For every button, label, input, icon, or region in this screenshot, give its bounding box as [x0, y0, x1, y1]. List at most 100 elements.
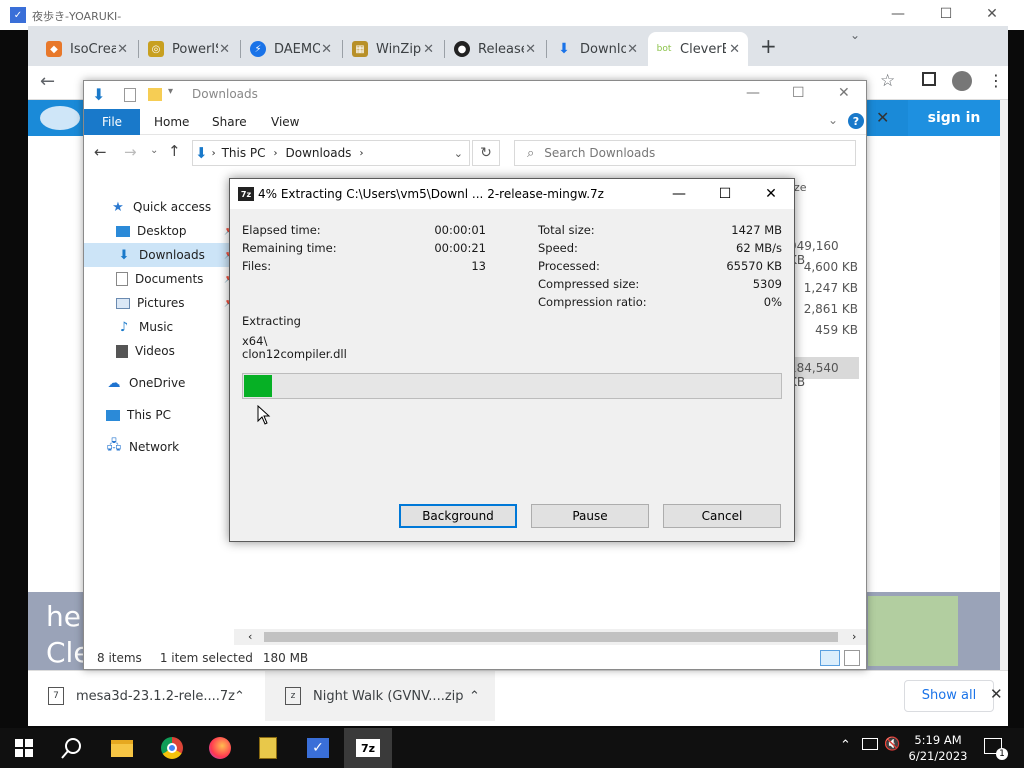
sign-in-button[interactable]: sign in	[908, 100, 1000, 136]
close-tab-icon[interactable]: ✕	[729, 42, 740, 57]
chrome-tab-winzip[interactable]: ▦ WinZip ✕	[344, 32, 442, 66]
nav-downloads[interactable]: ⬇Downloads📌	[84, 243, 235, 267]
breadcrumb-this-pc[interactable]: This PC	[222, 146, 266, 160]
volume-muted-icon[interactable]: 🔇	[884, 737, 900, 752]
chrome-menu-icon[interactable]: ⋮	[988, 71, 1004, 90]
taskbar-file-explorer[interactable]	[98, 728, 146, 768]
taskbar-chrome[interactable]	[148, 728, 196, 768]
chevron-up-icon[interactable]: ⌃	[469, 689, 480, 704]
search-box[interactable]: ⌕ Search Downloads	[514, 140, 856, 166]
download-arrow-icon: ⬇	[92, 85, 106, 104]
nav-desktop[interactable]: Desktop📌	[84, 219, 235, 243]
ribbon-expand-chevron-icon[interactable]: ⌄	[828, 113, 838, 127]
back-arrow-icon[interactable]: ←	[40, 71, 55, 92]
nav-videos[interactable]: Videos	[84, 339, 234, 363]
explorer-horizontal-scrollbar[interactable]: ‹ ›	[234, 629, 866, 645]
explorer-minimize-button[interactable]: —	[746, 85, 760, 101]
help-icon[interactable]: ?	[848, 113, 864, 129]
recent-locations-icon[interactable]: ⌄	[150, 145, 158, 156]
search-button[interactable]	[48, 728, 96, 768]
scrollbar-thumb[interactable]	[264, 632, 838, 642]
close-tab-icon[interactable]: ✕	[525, 42, 536, 57]
start-button[interactable]	[0, 728, 48, 768]
sidepanel-icon[interactable]	[922, 72, 936, 86]
close-tab-icon[interactable]: ✕	[117, 42, 128, 57]
details-view-icon[interactable]	[820, 650, 840, 666]
explorer-maximize-button[interactable]: ☐	[792, 85, 805, 101]
new-tab-button[interactable]: +	[760, 34, 777, 58]
tab-search-chevron-icon[interactable]: ⌄	[850, 28, 860, 42]
nav-network[interactable]: 🖧 Network	[84, 435, 234, 459]
nav-pictures[interactable]: Pictures📌	[84, 291, 235, 315]
close-shelf-icon[interactable]: ✕	[990, 685, 1003, 703]
close-tab-icon[interactable]: ✕	[627, 42, 638, 57]
chrome-tab-releases[interactable]: ● Releases ✕	[446, 32, 544, 66]
download-icon: ⬇	[118, 247, 130, 263]
elapsed-value: 00:00:01	[434, 223, 486, 237]
close-tab-icon[interactable]: ✕	[321, 42, 332, 57]
taskbar-archive-app[interactable]	[244, 728, 292, 768]
taskbar-host-app[interactable]: ✓	[294, 728, 342, 768]
download-item[interactable]: z Night Walk (GVNV....zip ⌃	[265, 671, 495, 721]
windows-logo-icon	[15, 739, 33, 757]
page-scrollbar[interactable]	[1000, 100, 1008, 670]
chrome-tab-isocreator[interactable]: ◆ IsoCreator ✕	[38, 32, 136, 66]
dialog-close-button[interactable]: ✕	[756, 183, 786, 205]
host-close-button[interactable]: ✕	[982, 6, 1002, 26]
network-status-icon[interactable]	[862, 738, 878, 750]
extract-progress-bar	[242, 373, 782, 399]
taskbar-firefox[interactable]	[196, 728, 244, 768]
close-tab-icon[interactable]: ✕	[219, 42, 230, 57]
processed-label: Processed:	[538, 259, 600, 273]
nav-forward-icon[interactable]: →	[124, 143, 137, 161]
refresh-icon: ↻	[480, 145, 492, 161]
cancel-button[interactable]: Cancel	[663, 504, 781, 528]
large-icons-view-icon[interactable]	[844, 650, 860, 666]
background-button[interactable]: Background	[399, 504, 517, 528]
download-item[interactable]: 7 mesa3d-23.1.2-rele....7z ⌃	[28, 671, 264, 721]
properties-icon[interactable]	[124, 88, 136, 102]
host-title: 夜歩き-YOARUKI-	[32, 10, 122, 23]
chrome-tab-poweriso[interactable]: ◎ PowerISO ✕	[140, 32, 238, 66]
explorer-ribbon: File Home Share View ⌄ ?	[84, 109, 866, 135]
nav-quick-access[interactable]: ★ Quick access	[84, 195, 234, 219]
system-clock[interactable]: 5:19 AM 6/21/2023	[906, 732, 970, 764]
nav-music[interactable]: ♪ Music	[84, 315, 234, 339]
ribbon-tab-home[interactable]: Home	[154, 109, 189, 135]
scroll-right-icon[interactable]: ›	[852, 630, 856, 643]
nav-onedrive[interactable]: ☁ OneDrive	[84, 371, 234, 395]
tray-chevron-up-icon[interactable]: ⌃	[840, 738, 851, 753]
qat-dropdown-icon[interactable]: ▾	[168, 86, 173, 97]
ribbon-tab-share[interactable]: Share	[212, 109, 247, 135]
nav-documents[interactable]: Documents📌	[84, 267, 235, 291]
show-all-button[interactable]: Show all	[904, 680, 994, 712]
host-minimize-button[interactable]: —	[888, 6, 908, 26]
refresh-button[interactable]: ↻	[472, 140, 500, 166]
dialog-maximize-button[interactable]: ☐	[710, 183, 740, 205]
explorer-close-button[interactable]: ✕	[838, 85, 850, 101]
dialog-minimize-button[interactable]: —	[664, 183, 694, 205]
dismiss-banner-icon[interactable]: ✕	[876, 108, 889, 127]
close-tab-icon[interactable]: ✕	[423, 42, 434, 57]
profile-avatar-icon[interactable]	[952, 71, 972, 91]
chrome-tab-daemon[interactable]: ⚡ DAEMON Tools ✕	[242, 32, 340, 66]
ribbon-tab-view[interactable]: View	[271, 109, 299, 135]
scroll-left-icon[interactable]: ‹	[248, 630, 252, 643]
7zip-icon: 7z	[238, 187, 254, 201]
bookmark-star-icon[interactable]: ☆	[880, 71, 895, 91]
taskbar-7zip[interactable]: 7z	[344, 728, 392, 768]
chrome-tab-downloads[interactable]: ⬇ Downloads ✕	[548, 32, 646, 66]
new-folder-icon[interactable]	[148, 88, 162, 101]
host-maximize-button[interactable]: ☐	[936, 6, 956, 26]
nav-this-pc[interactable]: This PC	[84, 403, 234, 427]
chevron-up-icon[interactable]: ⌃	[234, 689, 245, 704]
address-dropdown-icon[interactable]: ⌄	[454, 147, 463, 160]
video-icon	[116, 344, 128, 358]
ribbon-tab-file[interactable]: File	[84, 109, 140, 135]
breadcrumb-downloads[interactable]: Downloads	[286, 146, 352, 160]
pause-button[interactable]: Pause	[531, 504, 649, 528]
address-bar[interactable]: ⬇ › This PC › Downloads › ⌄	[192, 140, 470, 166]
nav-back-icon[interactable]: ←	[94, 143, 107, 161]
chrome-tab-cleverbot[interactable]: bot CleverBot ✕	[648, 32, 748, 66]
nav-up-icon[interactable]: ↑	[168, 142, 181, 160]
